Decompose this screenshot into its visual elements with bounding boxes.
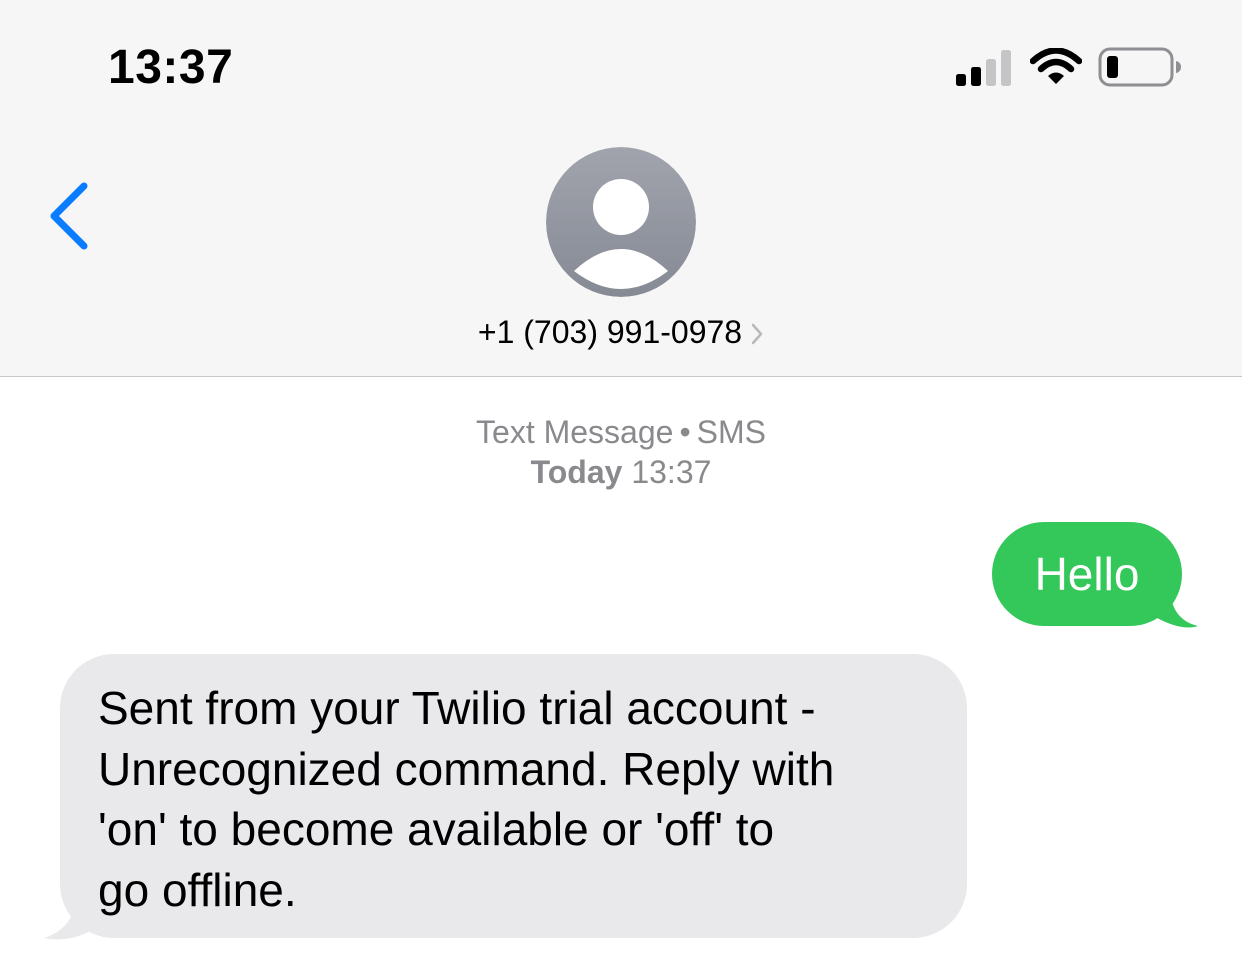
timestamp-time: 13:37 [631,454,712,490]
outgoing-bubble-tail [1150,590,1198,628]
back-button[interactable] [44,180,94,252]
timestamp-row: Today 13:37 [0,452,1242,492]
conversation-meta: Text Message • SMS Today 13:37 [0,412,1242,492]
chevron-left-icon [50,182,88,250]
contact-number[interactable]: +1 (703) 991-0978 [478,308,742,356]
timestamp-day: Today [530,454,623,490]
service-label-row: Text Message • SMS [0,412,1242,452]
status-time: 13:37 [108,41,234,94]
chevron-right-icon [751,323,763,345]
conversation-header: 13:37 +1 (703) 991-0978 [0,0,1242,377]
service-type: SMS [696,414,766,450]
contact-info-row[interactable]: +1 (703) 991-0978 [0,308,1242,356]
battery-low-icon [1098,47,1181,87]
incoming-message-text: Sent from your Twilio trial account - Un… [98,682,835,916]
service-label: Text Message [476,414,674,450]
wifi-icon [1030,48,1082,84]
service-separator: • [679,414,691,450]
cellular-signal-icon [956,50,1011,86]
contact-avatar[interactable] [546,147,696,297]
outgoing-message-text: Hello [1034,548,1140,600]
incoming-message-bubble[interactable]: Sent from your Twilio trial account - Un… [60,654,967,938]
